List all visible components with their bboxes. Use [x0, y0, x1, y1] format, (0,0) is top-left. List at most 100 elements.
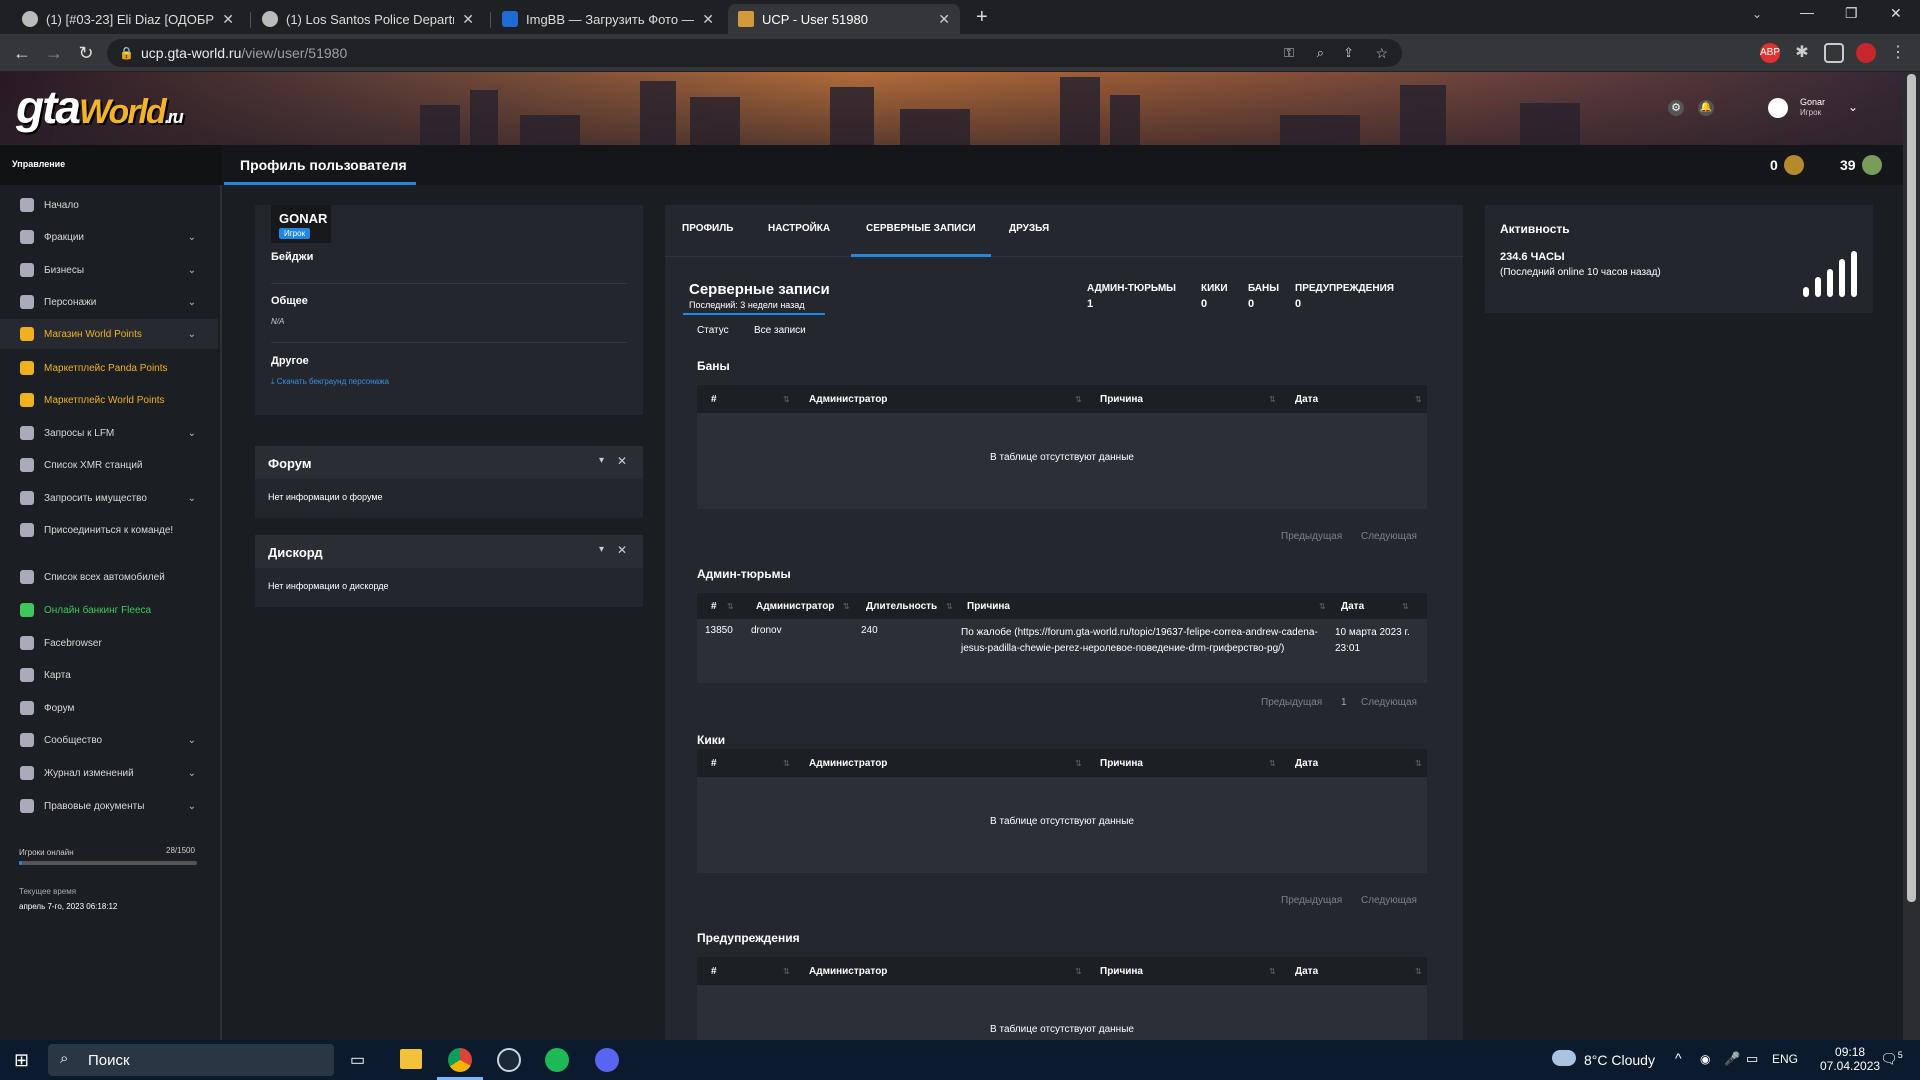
- sidebar-item-world-points-shop[interactable]: Магазин World Points ⌄: [0, 319, 218, 349]
- sidebar-item-facebrowser[interactable]: Facebrowser: [0, 628, 218, 658]
- sidebar-item-changelog[interactable]: Журнал изменений ⌄: [0, 758, 218, 788]
- tab-profile[interactable]: ПРОФИЛЬ: [682, 223, 733, 234]
- close-icon[interactable]: ✕: [462, 11, 474, 28]
- sidebar-item-characters[interactable]: Персонажи ⌄: [0, 287, 218, 317]
- sidebar-item-factions[interactable]: Фракции ⌄: [0, 222, 218, 252]
- table-row[interactable]: 13850 dronov 240 По жалобе (https://foru…: [697, 625, 1427, 675]
- col-date[interactable]: Дата: [1295, 758, 1318, 769]
- settings-gear-icon[interactable]: ⚙: [1668, 100, 1684, 116]
- tray-app-icon[interactable]: ◉: [1700, 1052, 1710, 1066]
- close-window-icon[interactable]: ✕: [1890, 5, 1902, 22]
- subtab-all-records[interactable]: Все записи: [754, 325, 806, 336]
- sidebar-item-xmr-stations[interactable]: Список XMR станций: [0, 450, 218, 480]
- tab-settings[interactable]: НАСТРОЙКА: [768, 223, 830, 234]
- new-tab-button[interactable]: +: [976, 6, 988, 29]
- minimize-icon[interactable]: —: [1800, 4, 1814, 20]
- sidebar-item-fleeca-banking[interactable]: Онлайн банкинг Fleeca: [0, 595, 218, 625]
- weather-text[interactable]: 8°C Cloudy: [1584, 1052, 1655, 1068]
- pagination-next[interactable]: Следующая: [1361, 697, 1417, 708]
- chrome-icon[interactable]: [448, 1048, 472, 1072]
- sidebar-item-lfm-requests[interactable]: Запросы к LFM ⌄: [0, 418, 218, 448]
- taskbar-search-box[interactable]: ⌕ Поиск: [48, 1044, 334, 1076]
- sidebar-item-request-property[interactable]: Запросить имущество ⌄: [0, 483, 218, 513]
- user-menu-chevron-icon[interactable]: ⌄: [1848, 100, 1858, 114]
- clock[interactable]: 09:18 07.04.2023: [1820, 1045, 1880, 1073]
- tab-server-records[interactable]: СЕРВЕРНЫЕ ЗАПИСИ: [866, 223, 976, 234]
- col-admin[interactable]: Администратор: [809, 394, 887, 405]
- col-reason[interactable]: Причина: [1100, 394, 1143, 405]
- forward-icon[interactable]: →: [42, 41, 66, 65]
- share-icon[interactable]: ⇪: [1343, 39, 1354, 67]
- close-icon[interactable]: ✕: [222, 11, 234, 28]
- file-explorer-icon[interactable]: [400, 1049, 422, 1069]
- sidebar-item-map[interactable]: Карта: [0, 660, 218, 690]
- menu-dots-icon[interactable]: ⋮: [1888, 43, 1908, 63]
- profile-avatar-icon[interactable]: [1856, 43, 1876, 63]
- col-id[interactable]: #: [711, 758, 717, 769]
- sidebar-item-world-marketplace[interactable]: Маркетплейс World Points: [0, 385, 218, 415]
- col-id[interactable]: #: [711, 601, 717, 612]
- download-background-link[interactable]: ⤓ Скачать бекграунд персонажа: [271, 377, 389, 387]
- steam-icon[interactable]: [497, 1048, 521, 1072]
- pagination-next[interactable]: Следующая: [1361, 895, 1417, 906]
- site-logo[interactable]: gtaWorld.ru: [16, 80, 184, 134]
- sidebar-item-businesses[interactable]: Бизнесы ⌄: [0, 255, 218, 285]
- collapse-caret-icon[interactable]: ▾: [599, 544, 604, 555]
- close-icon[interactable]: ✕: [938, 11, 950, 28]
- col-admin[interactable]: Администратор: [809, 966, 887, 977]
- browser-tab[interactable]: (1) [#03-23] Eli Diaz [ОДОБРЕНО ✕: [12, 4, 244, 34]
- sidebar-item-panda-marketplace[interactable]: Маркетплейс Panda Points: [0, 353, 218, 383]
- user-avatar[interactable]: [1768, 98, 1788, 118]
- extensions-puzzle-icon[interactable]: ✱: [1792, 43, 1812, 63]
- back-icon[interactable]: ←: [10, 41, 34, 65]
- col-id[interactable]: #: [711, 394, 717, 405]
- adblock-extension-icon[interactable]: ABP: [1760, 43, 1780, 63]
- pagination-page[interactable]: 1: [1341, 697, 1347, 708]
- sidebar-item-legal-docs[interactable]: Правовые документы ⌄: [0, 791, 218, 821]
- collapse-caret-icon[interactable]: ▾: [599, 455, 604, 466]
- sidebar-item-all-vehicles[interactable]: Список всех автомобилей: [0, 562, 218, 592]
- pagination-prev[interactable]: Предыдущая: [1261, 697, 1322, 708]
- scrollbar-thumb[interactable]: [1907, 74, 1916, 902]
- col-reason[interactable]: Причина: [1100, 966, 1143, 977]
- page-scrollbar[interactable]: [1903, 72, 1920, 1040]
- col-date[interactable]: Дата: [1341, 601, 1364, 612]
- sidebar-item-forum[interactable]: Форум: [0, 693, 218, 723]
- tab-friends[interactable]: ДРУЗЬЯ: [1009, 223, 1049, 234]
- task-view-icon[interactable]: ▭: [350, 1050, 365, 1070]
- browser-tab[interactable]: ImgBB — Загрузить Фото — Хос ✕: [492, 4, 724, 34]
- tray-chevron-icon[interactable]: ^: [1675, 1050, 1682, 1066]
- browser-tab-active[interactable]: UCP - User 51980 ✕: [728, 4, 960, 34]
- language-indicator[interactable]: ENG: [1772, 1052, 1798, 1066]
- sidebar-item-join-team[interactable]: Присоединиться к команде!: [0, 515, 218, 545]
- notification-center-icon[interactable]: 🗨5: [1880, 1050, 1903, 1068]
- col-date[interactable]: Дата: [1295, 966, 1318, 977]
- key-icon[interactable]: ⚿: [1284, 39, 1294, 67]
- pagination-prev[interactable]: Предыдущая: [1281, 531, 1342, 542]
- windows-start-icon[interactable]: ⊞: [14, 1050, 29, 1071]
- close-icon[interactable]: ✕: [617, 454, 627, 468]
- notification-bell-icon[interactable]: 🔔: [1698, 100, 1714, 116]
- network-icon[interactable]: ▭: [1746, 1051, 1758, 1067]
- cloud-weather-icon[interactable]: [1552, 1050, 1576, 1066]
- spotify-icon[interactable]: [545, 1048, 569, 1072]
- sidebar-item-community[interactable]: Сообщество ⌄: [0, 725, 218, 755]
- pagination-next[interactable]: Следующая: [1361, 531, 1417, 542]
- browser-tab[interactable]: (1) Los Santos Police Department ✕: [252, 4, 484, 34]
- zoom-icon[interactable]: ⌕: [1317, 39, 1324, 67]
- user-name[interactable]: Gonar: [1800, 97, 1825, 107]
- col-admin[interactable]: Администратор: [809, 758, 887, 769]
- close-icon[interactable]: ✕: [702, 11, 714, 28]
- subtab-status[interactable]: Статус: [697, 325, 729, 336]
- col-admin[interactable]: Администратор: [756, 601, 834, 612]
- sidepanel-icon[interactable]: [1824, 43, 1844, 63]
- col-duration[interactable]: Длительность: [866, 601, 937, 612]
- col-date[interactable]: Дата: [1295, 394, 1318, 405]
- close-icon[interactable]: ✕: [617, 543, 627, 557]
- bookmark-star-icon[interactable]: ☆: [1375, 39, 1388, 67]
- discord-icon[interactable]: [595, 1048, 619, 1072]
- col-reason[interactable]: Причина: [1100, 758, 1143, 769]
- pagination-prev[interactable]: Предыдущая: [1281, 895, 1342, 906]
- reload-icon[interactable]: ↻: [74, 41, 98, 65]
- col-reason[interactable]: Причина: [967, 601, 1010, 612]
